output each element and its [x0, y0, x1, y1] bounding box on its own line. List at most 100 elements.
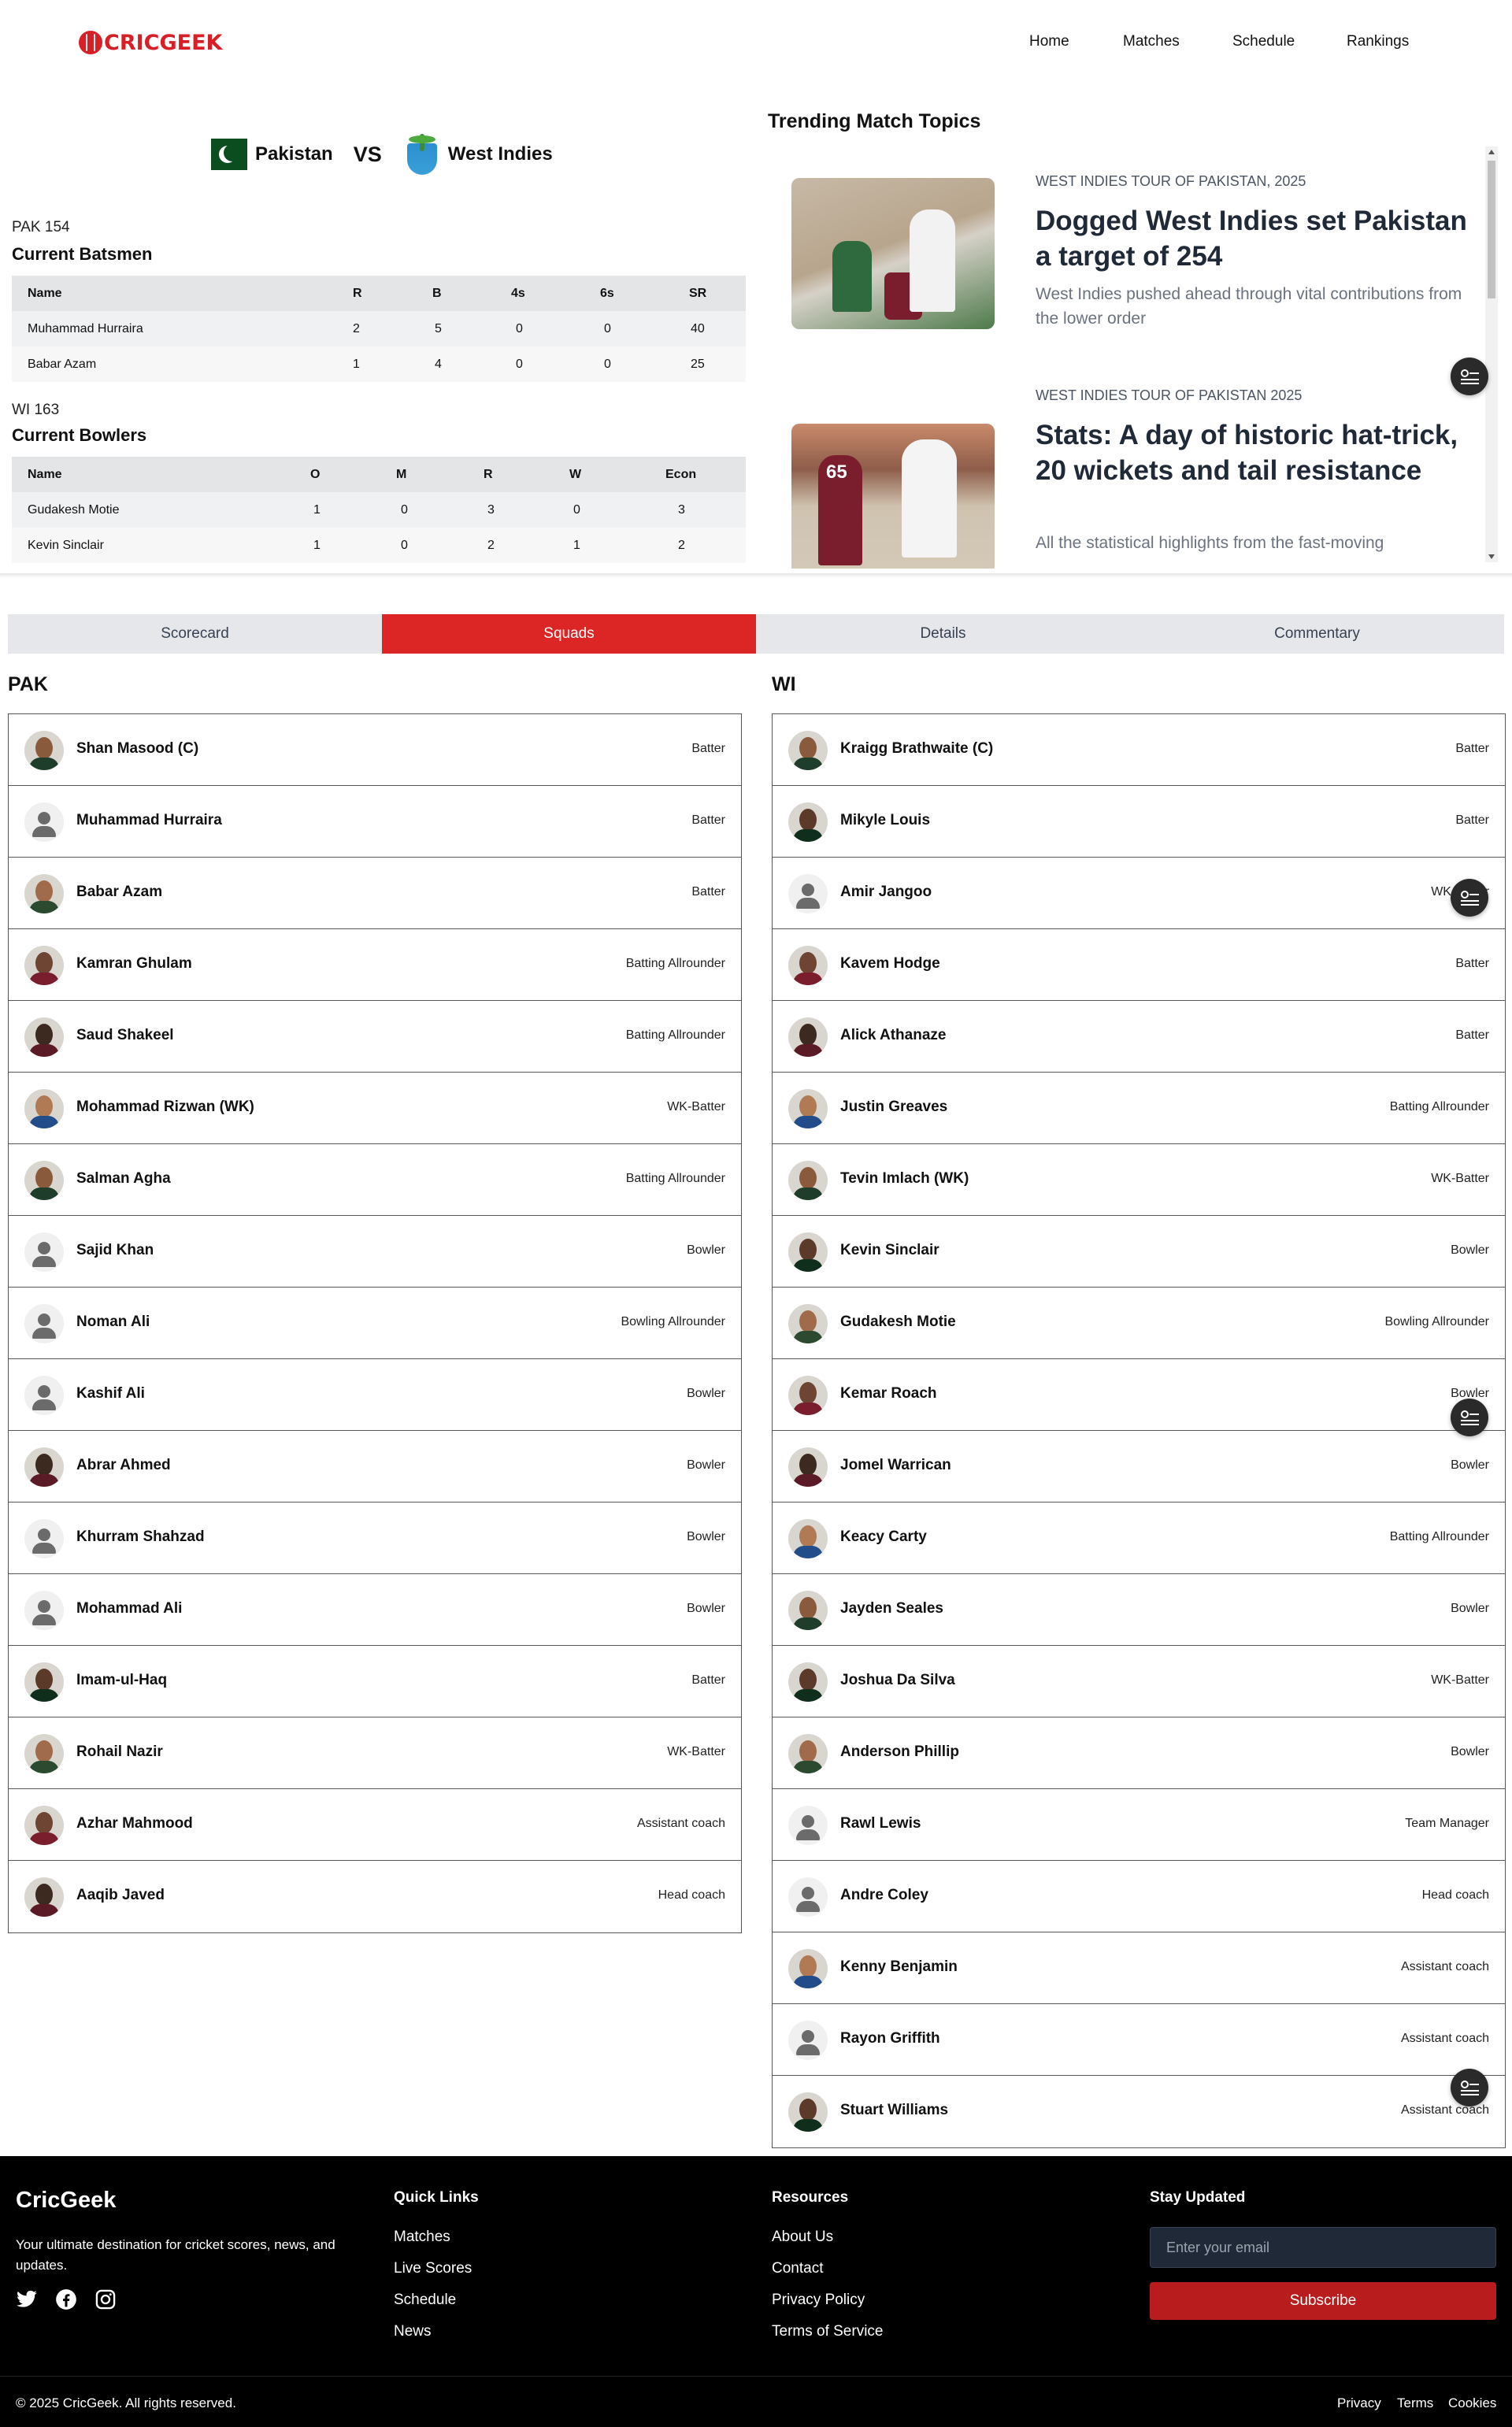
squad-player-row[interactable]: Anderson Phillip Bowler: [773, 1717, 1505, 1789]
tab-squads[interactable]: Squads: [382, 614, 756, 654]
squad-player-row[interactable]: Jomel Warrican Bowler: [773, 1431, 1505, 1503]
squad-player-row[interactable]: Mohammad Ali Bowler: [9, 1574, 741, 1646]
tab-scorecard[interactable]: Scorecard: [8, 614, 382, 654]
squad-player-row[interactable]: Shan Masood (C) Batter: [9, 714, 741, 786]
trending-headline-2[interactable]: Stats: A day of historic hat-trick, 20 w…: [1036, 417, 1467, 488]
trending-image-1[interactable]: [791, 178, 995, 329]
filter-fab-icon[interactable]: [1451, 358, 1488, 395]
trending-image-2[interactable]: 65: [791, 424, 995, 569]
squad-player-row[interactable]: Kavem Hodge Batter: [773, 929, 1505, 1001]
squad-player-row[interactable]: Keacy Carty Batting Allrounder: [773, 1503, 1505, 1574]
batsmen-table: Name R B 4s 6s SR Muhammad Hurraira 2 5 …: [12, 276, 746, 382]
match-tabs: Scorecard Squads Details Commentary: [8, 614, 1504, 654]
player-avatar: [788, 802, 828, 842]
footer-link-privacy-policy[interactable]: Privacy Policy: [772, 2292, 865, 2309]
squad-player-row[interactable]: Muhammad Hurraira Batter: [9, 786, 741, 858]
player-name: Kevin Sinclair: [840, 1242, 939, 1258]
bowlers-header-row: Name O M R W Econ: [12, 457, 746, 492]
filter-fab-icon[interactable]: [1451, 1399, 1488, 1436]
squad-player-row[interactable]: Rohail Nazir WK-Batter: [9, 1717, 741, 1789]
instagram-icon[interactable]: [94, 2288, 117, 2310]
squad-player-row[interactable]: Gudakesh Motie Bowling Allrounder: [773, 1288, 1505, 1359]
footer-link-matches[interactable]: Matches: [394, 2229, 450, 2246]
twitter-icon[interactable]: [16, 2288, 38, 2310]
footer-link-contact[interactable]: Contact: [772, 2260, 823, 2277]
player-role: Batting Allrounder: [625, 957, 725, 970]
filter-fab-icon[interactable]: [1451, 2069, 1488, 2106]
user-placeholder-icon: [24, 802, 64, 842]
user-placeholder-icon: [788, 874, 828, 913]
squad-player-row[interactable]: Khurram Shahzad Bowler: [9, 1503, 741, 1574]
footer-bottom-terms[interactable]: Terms: [1397, 2396, 1433, 2411]
squad-player-row[interactable]: Babar Azam Batter: [9, 858, 741, 929]
tab-commentary[interactable]: Commentary: [1130, 614, 1504, 654]
squad-player-row[interactable]: Saud Shakeel Batting Allrounder: [9, 1001, 741, 1073]
col-runs: R: [484, 468, 493, 481]
player-role: Assistant coach: [1400, 2032, 1489, 2045]
trending-scrollbar[interactable]: [1485, 146, 1498, 562]
squad-player-row[interactable]: Azhar Mahmood Assistant coach: [9, 1789, 741, 1861]
bowler-overs: 1: [313, 539, 321, 552]
squad-player-row[interactable]: Sajid Khan Bowler: [9, 1216, 741, 1288]
squad-player-row[interactable]: Rawl Lewis Team Manager: [773, 1789, 1505, 1861]
player-avatar: [24, 1161, 64, 1200]
scrollbar-thumb[interactable]: [1488, 161, 1495, 298]
squad-player-row[interactable]: Abrar Ahmed Bowler: [9, 1431, 741, 1503]
nav-matches[interactable]: Matches: [1123, 33, 1180, 50]
site-logo[interactable]: CRICGEEK: [79, 28, 222, 57]
squad-player-row[interactable]: Alick Athanaze Batter: [773, 1001, 1505, 1073]
squad-player-row[interactable]: Rayon Griffith Assistant coach: [773, 2004, 1505, 2076]
batsman-name: Babar Azam: [28, 358, 97, 371]
user-placeholder-icon: [24, 1232, 64, 1272]
newsletter-email-input[interactable]: Enter your email: [1150, 2227, 1496, 2268]
scroll-up-icon[interactable]: [1488, 150, 1495, 154]
player-avatar: [24, 1662, 64, 1702]
player-role: Batting Allrounder: [1389, 1100, 1489, 1113]
squad-player-row[interactable]: Kemar Roach Bowler: [773, 1359, 1505, 1431]
squad-player-row[interactable]: Amir JangooWK-Batter: [773, 858, 1505, 929]
bowler-econ: 3: [678, 503, 685, 517]
squad-player-row[interactable]: Justin Greaves Batting Allrounder: [773, 1073, 1505, 1144]
tab-details[interactable]: Details: [756, 614, 1130, 654]
squad-player-row[interactable]: Andre Coley Head coach: [773, 1861, 1505, 1932]
nav-rankings[interactable]: Rankings: [1347, 33, 1409, 50]
squad-player-row[interactable]: Mohammad Rizwan (WK) WK-Batter: [9, 1073, 741, 1144]
footer-link-news[interactable]: News: [394, 2323, 432, 2340]
nav-schedule[interactable]: Schedule: [1232, 33, 1295, 50]
player-name: Rawl Lewis: [840, 1815, 921, 1832]
player-role: Bowling Allrounder: [621, 1315, 725, 1328]
squad-player-row[interactable]: Salman Agha Batting Allrounder: [9, 1144, 741, 1216]
player-name: Jomel Warrican: [840, 1457, 951, 1473]
squad-player-row[interactable]: Kevin Sinclair Bowler: [773, 1216, 1505, 1288]
squad-player-row[interactable]: Kraigg Brathwaite (C) Batter: [773, 714, 1505, 786]
footer-link-live-scores[interactable]: Live Scores: [394, 2260, 472, 2277]
squad-player-row[interactable]: Aaqib Javed Head coach: [9, 1861, 741, 1932]
footer-link-terms-of-service[interactable]: Terms of Service: [772, 2323, 883, 2340]
squad-player-row[interactable]: Tevin Imlach (WK) WK-Batter: [773, 1144, 1505, 1216]
squad-player-row[interactable]: Kenny Benjamin Assistant coach: [773, 1932, 1505, 2004]
filter-fab-icon[interactable]: [1451, 879, 1488, 917]
footer-link-schedule[interactable]: Schedule: [394, 2292, 456, 2309]
squad-player-row[interactable]: Joshua Da Silva WK-Batter: [773, 1646, 1505, 1717]
footer-bottom-privacy[interactable]: Privacy: [1337, 2396, 1381, 2411]
footer-link-about[interactable]: About Us: [772, 2229, 833, 2246]
squad-player-row[interactable]: Stuart Williams Assistant coach: [773, 2076, 1505, 2147]
col-fours: 4s: [511, 287, 525, 300]
facebook-icon[interactable]: [55, 2288, 77, 2310]
player-name: Anderson Phillip: [840, 1743, 959, 1760]
subscribe-button[interactable]: Subscribe: [1150, 2282, 1496, 2320]
trending-list[interactable]: WEST INDIES TOUR OF PAKISTAN, 2025 Dogge…: [768, 143, 1502, 569]
footer-bottom-cookies[interactable]: Cookies: [1448, 2396, 1496, 2411]
trending-headline-1[interactable]: Dogged West Indies set Pakistan a target…: [1036, 203, 1467, 274]
nav-home[interactable]: Home: [1029, 33, 1069, 50]
player-name: Mohammad Rizwan (WK): [76, 1099, 254, 1115]
scroll-down-icon[interactable]: [1488, 554, 1495, 559]
squad-player-row[interactable]: Kashif Ali Bowler: [9, 1359, 741, 1431]
squad-player-row[interactable]: Jayden Seales Bowler: [773, 1574, 1505, 1646]
player-role: Batter: [691, 813, 725, 827]
squad-player-row[interactable]: Noman Ali Bowling Allrounder: [9, 1288, 741, 1359]
squad-player-row[interactable]: Kamran Ghulam Batting Allrounder: [9, 929, 741, 1001]
squad-player-row[interactable]: Mikyle Louis Batter: [773, 786, 1505, 858]
squad-player-row[interactable]: Imam-ul-Haq Batter: [9, 1646, 741, 1717]
player-role: Batting Allrounder: [625, 1172, 725, 1185]
